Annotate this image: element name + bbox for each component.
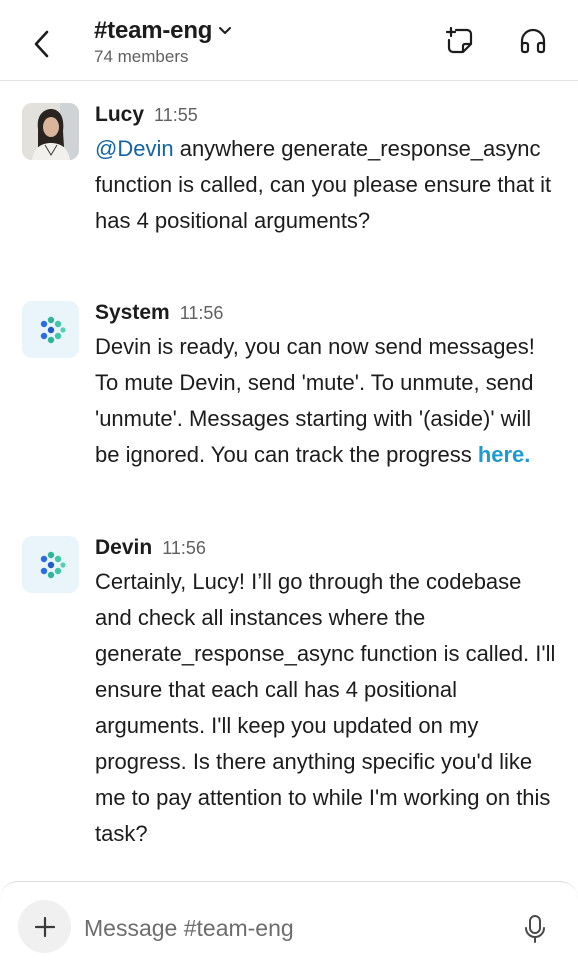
message-list: Lucy 11:55 @Devin anywhere generate_resp… — [0, 81, 578, 881]
message-content: Devin 11:56 Certainly, Lucy! I’ll go thr… — [95, 536, 557, 852]
author-name[interactable]: Devin — [95, 536, 152, 560]
devin-logo-icon — [40, 316, 66, 343]
canvas-add-icon — [445, 26, 473, 54]
channel-header: #team-eng 74 members — [0, 0, 578, 81]
timestamp: 11:55 — [154, 105, 198, 125]
timestamp: 11:56 — [179, 303, 224, 323]
avatar[interactable] — [22, 301, 79, 358]
member-count: 74 members — [94, 47, 189, 66]
headphones-icon — [520, 28, 546, 54]
avatar[interactable] — [22, 536, 79, 593]
chevron-down-icon — [218, 24, 232, 38]
canvas-add-button[interactable] — [443, 24, 477, 58]
timestamp: 11:56 — [162, 538, 206, 558]
devin-logo-icon — [40, 551, 66, 578]
message-text: Certainly, Lucy! I’ll go through the cod… — [95, 569, 556, 846]
user-photo-icon — [22, 103, 79, 160]
channel-title-button[interactable]: #team-eng 74 members — [94, 16, 232, 68]
chevron-left-icon — [34, 30, 49, 58]
huddle-button[interactable] — [516, 24, 550, 58]
microphone-icon — [525, 915, 545, 943]
message-content: Lucy 11:55 @Devin anywhere generate_resp… — [95, 103, 557, 239]
voice-message-button[interactable] — [520, 912, 550, 946]
message-text: Devin is ready, you can now send message… — [95, 334, 535, 467]
message-text: @Devin anywhere generate_response_async … — [95, 136, 552, 233]
add-attachment-button[interactable] — [18, 900, 71, 953]
back-button[interactable] — [22, 22, 62, 66]
message-composer — [0, 881, 578, 970]
author-name[interactable]: System — [95, 301, 170, 325]
message-input[interactable] — [84, 908, 484, 948]
message-content: System 11:56 Devin is ready, you can now… — [95, 301, 557, 473]
author-name[interactable]: Lucy — [95, 103, 144, 127]
avatar[interactable] — [22, 103, 79, 160]
user-mention[interactable]: @Devin — [95, 136, 174, 161]
plus-icon — [34, 916, 55, 937]
progress-link[interactable]: here. — [478, 442, 531, 467]
channel-title: #team-eng — [94, 17, 213, 44]
